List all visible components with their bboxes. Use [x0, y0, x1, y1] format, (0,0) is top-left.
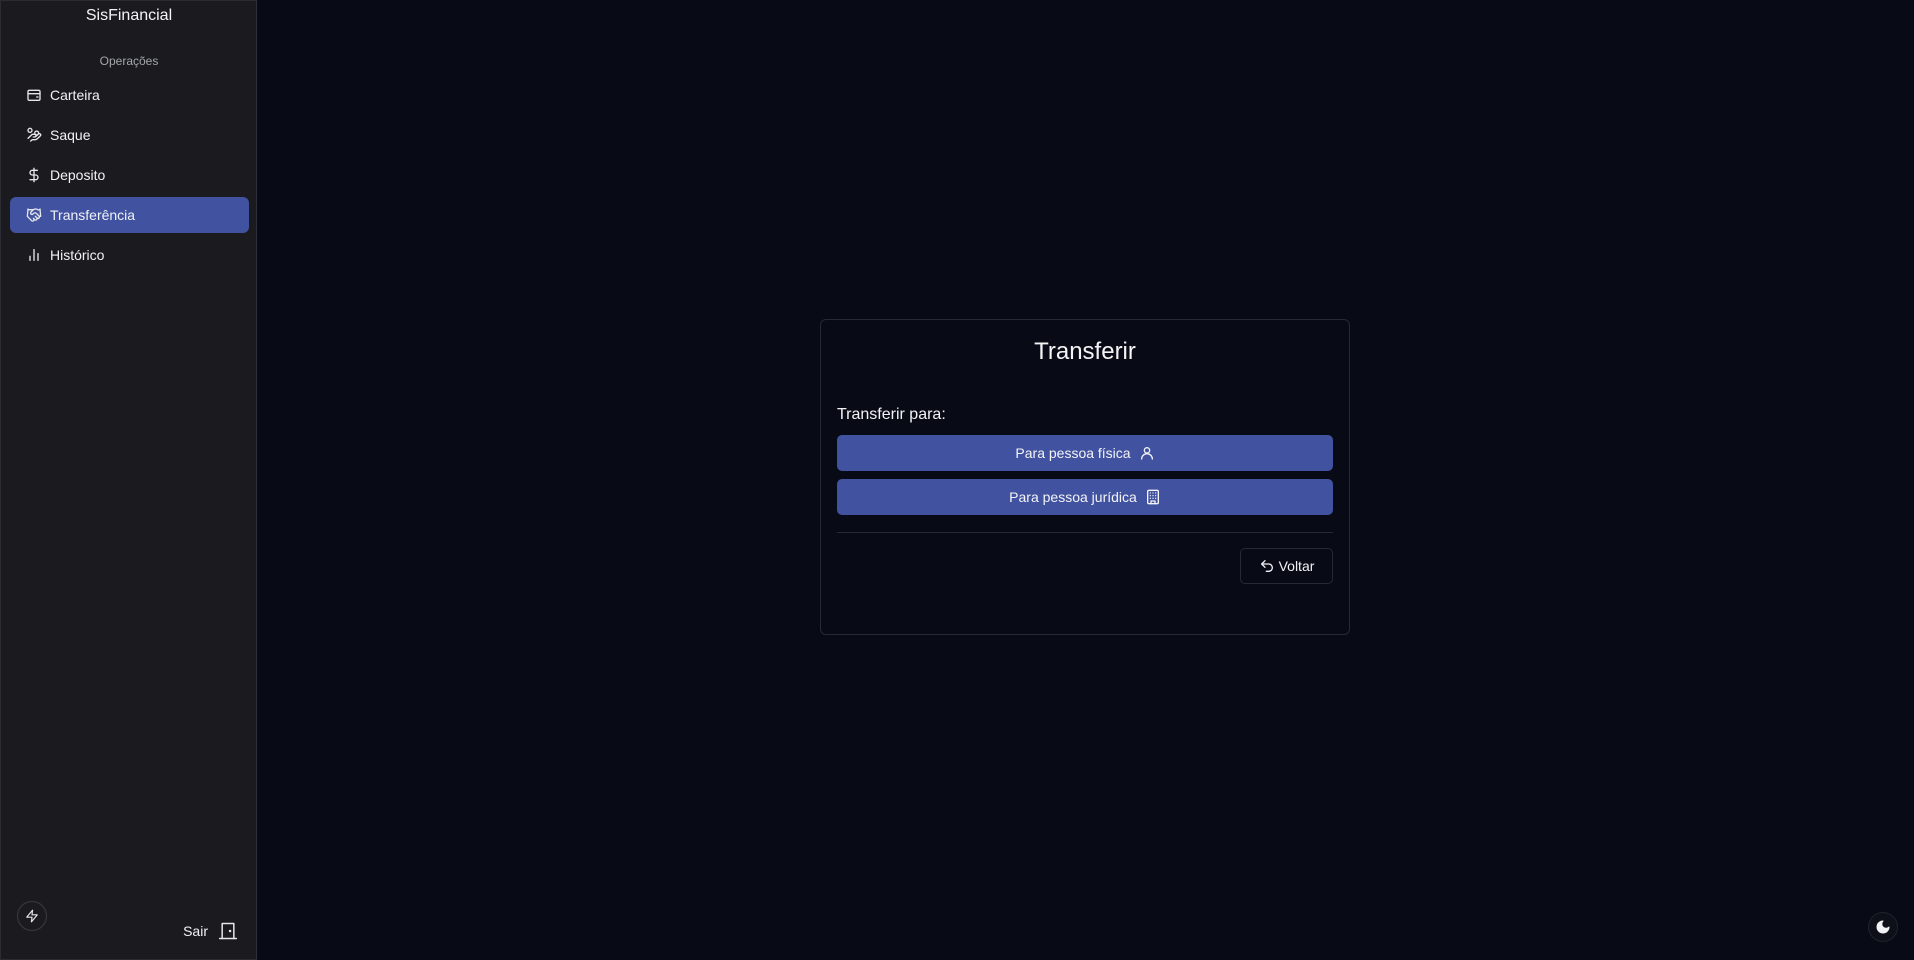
moon-icon: [1875, 919, 1891, 935]
sidebar-item-deposito[interactable]: Deposito: [10, 157, 249, 193]
sidebar: SisFinancial Operações Carteira Saque De…: [0, 0, 257, 960]
bolt-button[interactable]: [17, 901, 47, 931]
section-label: Operações: [99, 54, 159, 68]
wallet-icon: [26, 87, 42, 103]
sidebar-item-carteira[interactable]: Carteira: [10, 77, 249, 113]
pessoa-juridica-button[interactable]: Para pessoa jurídica: [837, 479, 1333, 515]
card-divider: [837, 532, 1333, 533]
door-icon: [218, 921, 238, 941]
transfer-card: Transferir Transferir para: Para pessoa …: [820, 319, 1350, 635]
pessoa-juridica-label: Para pessoa jurídica: [1009, 489, 1137, 505]
pessoa-fisica-button[interactable]: Para pessoa física: [837, 435, 1333, 471]
back-label: Voltar: [1278, 558, 1315, 574]
dollar-sign-icon: [26, 167, 42, 183]
sidebar-item-label: Saque: [50, 127, 91, 143]
handshake-icon: [26, 207, 42, 223]
logout-button[interactable]: Sair: [183, 921, 238, 941]
brand-title: SisFinancial: [85, 7, 173, 24]
sidebar-item-transferencia[interactable]: Transferência: [10, 197, 249, 233]
theme-toggle-button[interactable]: [1868, 912, 1898, 942]
back-button[interactable]: Voltar: [1240, 548, 1333, 584]
sidebar-item-label: Histórico: [50, 247, 105, 263]
user-icon: [1139, 445, 1155, 461]
sidebar-item-historico[interactable]: Histórico: [10, 237, 249, 273]
logout-label: Sair: [183, 923, 208, 939]
bolt-icon: [25, 909, 39, 923]
sidebar-nav: Carteira Saque Deposito Transferência Hi…: [10, 77, 249, 277]
pessoa-fisica-label: Para pessoa física: [1015, 445, 1131, 461]
sidebar-item-label: Carteira: [50, 87, 100, 103]
sidebar-item-label: Deposito: [50, 167, 106, 183]
card-title: Transferir: [1034, 338, 1136, 365]
building-icon: [1145, 489, 1161, 505]
sidebar-item-saque[interactable]: Saque: [10, 117, 249, 153]
bar-chart-icon: [26, 247, 42, 263]
undo-icon: [1259, 558, 1275, 574]
hand-coins-icon: [26, 127, 42, 143]
sidebar-item-label: Transferência: [50, 207, 136, 223]
transfer-to-label: Transferir para:: [837, 406, 946, 423]
